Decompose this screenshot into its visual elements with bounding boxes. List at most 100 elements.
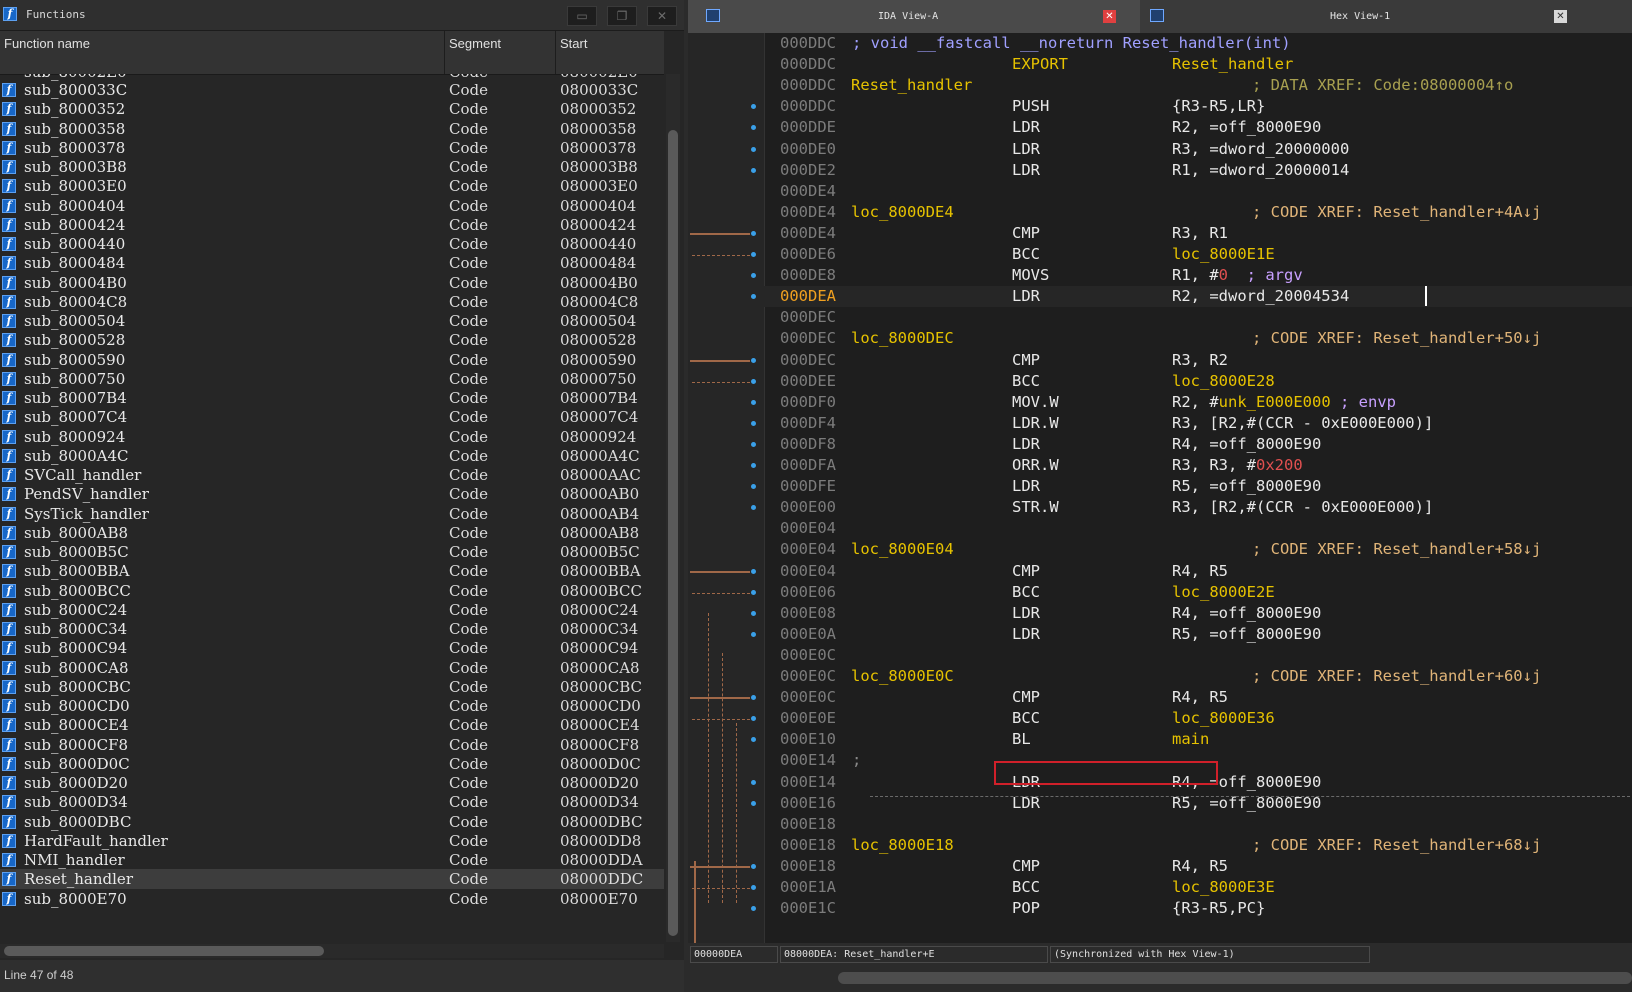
instruction-mnemonic[interactable]: LDR — [1012, 140, 1040, 158]
instruction-operand[interactable]: R2, =dword_20004534 — [1172, 287, 1349, 305]
instruction-mnemonic[interactable]: CMP — [1012, 688, 1040, 706]
breakpoint-dot-icon[interactable] — [751, 737, 756, 743]
line-address[interactable]: 000DE2 — [780, 161, 836, 179]
scrollbar-thumb[interactable] — [838, 972, 1632, 984]
function-row[interactable]: f sub_8000CBC Code 08000CBC — [0, 677, 664, 697]
instruction-mnemonic[interactable]: LDR — [1012, 435, 1040, 453]
breakpoint-dot-icon[interactable] — [751, 505, 756, 511]
line-address[interactable]: 000DF0 — [780, 393, 836, 411]
line-address[interactable]: 000E04 — [780, 562, 836, 580]
function-row[interactable]: f Reset_handler Code 08000DDC — [0, 869, 664, 890]
instruction-operand[interactable]: R3, R3, #0x200 — [1172, 456, 1303, 474]
instruction-operand[interactable]: loc_8000E2E — [1172, 583, 1275, 601]
line-address[interactable]: 000DFE — [780, 477, 836, 495]
breakpoint-dot-icon[interactable] — [751, 104, 756, 110]
breakpoint-dot-icon[interactable] — [751, 399, 756, 405]
instruction-operand[interactable]: R3, [R2,#(CCR - 0xE000E000)] — [1172, 498, 1433, 516]
instruction-mnemonic[interactable]: PUSH — [1012, 97, 1049, 115]
instruction-operand[interactable]: R4, R5 — [1172, 562, 1228, 580]
tab-ida-view-a[interactable]: IDA View-A ✕ — [688, 0, 1140, 33]
ida-disassembly-view[interactable]: 000DDC ; void __fastcall __noreturn Reset… — [688, 33, 1632, 943]
code-label[interactable]: Reset_handler — [851, 76, 972, 94]
instruction-mnemonic[interactable]: MOVS — [1012, 266, 1049, 284]
instruction-operand[interactable]: R2, =off_8000E90 — [1172, 118, 1321, 136]
breakpoint-dot-icon[interactable] — [751, 441, 756, 447]
function-row[interactable]: f sub_80004C8 Code 080004C8 — [0, 292, 664, 312]
line-address[interactable]: 000E10 — [780, 730, 836, 748]
close-window-icon[interactable]: ✕ — [647, 6, 677, 26]
instruction-mnemonic[interactable]: BCC — [1012, 245, 1040, 263]
function-row[interactable]: f sub_80003E0 Code 080003E0 — [0, 176, 664, 196]
instruction-mnemonic[interactable]: LDR — [1012, 118, 1040, 136]
scrollbar-thumb[interactable] — [4, 946, 324, 956]
xref-comment[interactable]: ; CODE XREF: Reset_handler+4A↓j — [1252, 203, 1541, 221]
function-row[interactable]: f sub_8000E70 Code 08000E70 — [0, 889, 664, 909]
function-row[interactable]: f sub_8000C34 Code 08000C34 — [0, 619, 664, 639]
operand-label[interactable]: loc_8000E3E — [1172, 878, 1275, 896]
breakpoint-dot-icon[interactable] — [751, 568, 756, 574]
breakpoint-dot-icon[interactable] — [751, 463, 756, 468]
instruction-mnemonic[interactable]: BCC — [1012, 709, 1040, 727]
line-address[interactable]: 000DDC — [780, 97, 836, 115]
xref-comment[interactable]: ; CODE XREF: Reset_handler+58↓j — [1252, 540, 1541, 558]
instruction-mnemonic[interactable]: BCC — [1012, 878, 1040, 896]
operand-label[interactable]: loc_8000E36 — [1172, 709, 1275, 727]
line-address[interactable]: 000E0C — [780, 646, 836, 664]
line-address[interactable]: 000E18 — [780, 857, 836, 875]
instruction-mnemonic[interactable]: POP — [1012, 899, 1040, 917]
function-row[interactable]: f sub_8000A4C Code 08000A4C — [0, 446, 664, 466]
line-address[interactable]: 000E04 — [780, 540, 836, 558]
line-address[interactable]: 000E18 — [780, 836, 836, 854]
function-row[interactable]: f sub_80007C4 Code 080007C4 — [0, 407, 664, 427]
line-address[interactable]: 000E04 — [780, 519, 836, 537]
xref-comment[interactable]: ; DATA XREF: Code:08000004↑o — [1252, 76, 1513, 94]
line-address[interactable]: 000DEE — [780, 372, 836, 390]
breakpoint-dot-icon[interactable] — [751, 273, 756, 279]
float-window-icon[interactable]: ▭ — [567, 6, 597, 26]
function-row[interactable]: f sub_8000424 Code 08000424 — [0, 215, 664, 235]
code-label[interactable]: loc_8000E0C — [851, 667, 954, 685]
function-row[interactable]: f sub_8000CE4 Code 08000CE4 — [0, 715, 664, 735]
function-row[interactable]: f sub_8000924 Code 08000924 — [0, 427, 664, 447]
immediate-label[interactable]: unk_E000E000 — [1219, 393, 1331, 411]
breakpoint-dot-icon[interactable] — [751, 378, 756, 384]
instruction-operand[interactable]: R4, =off_8000E90 — [1172, 435, 1321, 453]
instruction-operand[interactable]: Reset_handler — [1172, 55, 1293, 73]
restore-window-icon[interactable]: ❐ — [607, 6, 637, 26]
instruction-mnemonic[interactable]: CMP — [1012, 224, 1040, 242]
column-segment[interactable]: Segment — [449, 36, 501, 51]
function-row[interactable]: f PendSV_handler Code 08000AB0 — [0, 484, 664, 504]
breakpoint-dot-icon[interactable] — [751, 146, 756, 152]
function-row[interactable]: f HardFault_handler Code 08000DD8 — [0, 831, 664, 851]
instruction-mnemonic[interactable]: BL — [1012, 730, 1031, 748]
line-address[interactable]: 000DDC — [780, 34, 836, 52]
instruction-operand[interactable]: loc_8000E3E — [1172, 878, 1275, 896]
instruction-operand[interactable]: R3, R2 — [1172, 351, 1228, 369]
instruction-operand[interactable]: R3, [R2,#(CCR - 0xE000E000)] — [1172, 414, 1433, 432]
instruction-operand[interactable]: R4, =off_8000E90 — [1172, 604, 1321, 622]
operand-label[interactable]: loc_8000E1E — [1172, 245, 1275, 263]
instruction-operand[interactable]: R5, =off_8000E90 — [1172, 625, 1321, 643]
breakpoint-dot-icon[interactable] — [751, 863, 756, 869]
instruction-operand[interactable]: R1, =dword_20000014 — [1172, 161, 1349, 179]
line-address[interactable]: 000DE4 — [780, 203, 836, 221]
instruction-operand[interactable]: R3, =dword_20000000 — [1172, 140, 1349, 158]
line-address[interactable]: 000DDC — [780, 55, 836, 73]
line-address[interactable]: 000DE4 — [780, 182, 836, 200]
functions-list[interactable]: sub_80002E0Code080002E0fsub_800033CCode0… — [0, 74, 664, 942]
line-address[interactable]: 000DF4 — [780, 414, 836, 432]
line-address[interactable]: 000E18 — [780, 815, 836, 833]
function-row[interactable]: f sub_8000440 Code 08000440 — [0, 234, 664, 254]
function-row[interactable]: f sub_8000358 Code 08000358 — [0, 119, 664, 139]
instruction-mnemonic[interactable]: LDR — [1012, 625, 1040, 643]
code-label[interactable]: loc_8000E18 — [851, 836, 954, 854]
instruction-operand[interactable]: R4, R5 — [1172, 688, 1228, 706]
breakpoint-dot-icon[interactable] — [751, 357, 756, 363]
breakpoint-dot-icon[interactable] — [751, 906, 756, 912]
line-address[interactable]: 000E00 — [780, 498, 836, 516]
function-row[interactable]: f sub_8000D34 Code 08000D34 — [0, 792, 664, 812]
instruction-operand[interactable]: R4, R5 — [1172, 857, 1228, 875]
line-address[interactable]: 000E0E — [780, 709, 836, 727]
breakpoint-dot-icon[interactable] — [751, 420, 756, 426]
function-row[interactable]: f sub_8000AB8 Code 08000AB8 — [0, 523, 664, 543]
